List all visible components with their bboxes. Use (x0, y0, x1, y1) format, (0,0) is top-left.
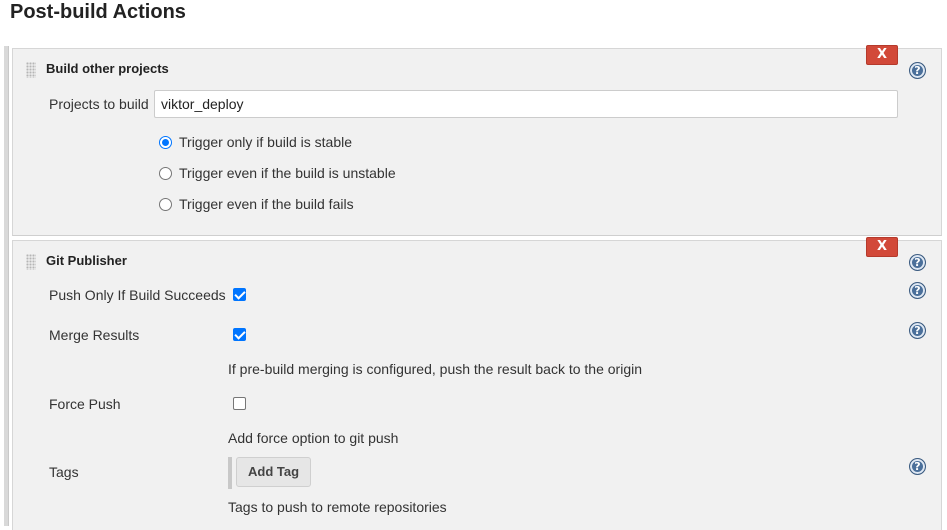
tags-label: Tags (49, 464, 79, 480)
add-tag-button[interactable]: Add Tag (236, 457, 312, 487)
build-other-projects-section: Build other projects X ? Projects to bui… (12, 45, 942, 236)
trigger-fails-radio[interactable] (159, 198, 172, 211)
merge-results-label: Merge Results (49, 327, 140, 343)
help-icon[interactable]: ? (909, 282, 926, 299)
projects-to-build-input[interactable] (154, 90, 898, 118)
trigger-stable-radio[interactable] (159, 136, 172, 149)
tags-rail (228, 457, 232, 489)
help-icon[interactable]: ? (909, 458, 926, 475)
force-push-checkbox[interactable] (233, 397, 246, 410)
trigger-fails-label[interactable]: Trigger even if the build fails (179, 196, 354, 212)
trigger-unstable-label[interactable]: Trigger even if the build is unstable (179, 165, 396, 181)
force-push-description: Add force option to git push (228, 430, 399, 446)
trigger-stable-label[interactable]: Trigger only if build is stable (179, 134, 352, 150)
projects-to-build-label: Projects to build (49, 96, 149, 112)
page-title: Post-build Actions (10, 1, 186, 23)
delete-build-other-projects-button[interactable]: X (866, 45, 898, 65)
push-only-label: Push Only If Build Succeeds (49, 287, 226, 303)
help-icon[interactable]: ? (909, 322, 926, 339)
git-publisher-section: Git Publisher X ? Push Only If Build Suc… (12, 237, 942, 530)
merge-results-description: If pre-build merging is configured, push… (228, 361, 643, 377)
force-push-label: Force Push (49, 396, 121, 412)
help-icon[interactable]: ? (909, 62, 926, 79)
trigger-unstable-radio[interactable] (159, 167, 172, 180)
merge-results-checkbox[interactable] (233, 328, 246, 341)
push-only-checkbox[interactable] (233, 288, 246, 301)
section-title-git-publisher: Git Publisher (46, 253, 127, 268)
drag-handle-icon[interactable] (26, 62, 36, 78)
help-icon[interactable]: ? (909, 254, 926, 271)
drag-handle-icon[interactable] (26, 254, 36, 270)
tags-description: Tags to push to remote repositories (228, 499, 447, 515)
section-title-build-other-projects: Build other projects (46, 61, 169, 76)
delete-git-publisher-button[interactable]: X (866, 237, 898, 257)
section-rail (4, 46, 9, 526)
